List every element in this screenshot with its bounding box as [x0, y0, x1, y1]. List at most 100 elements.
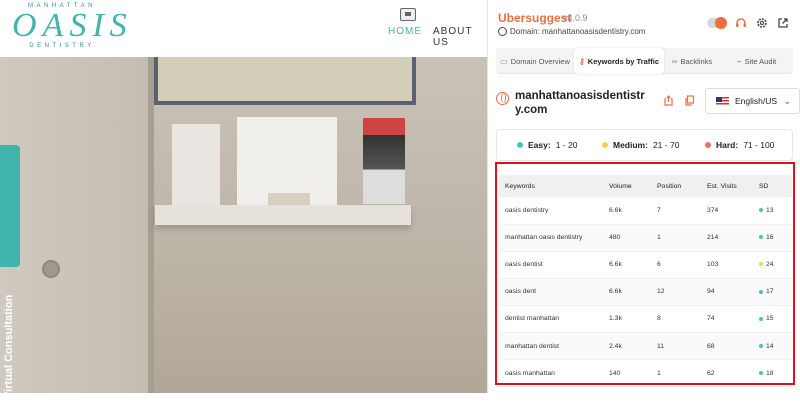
sd-cell: 13: [753, 197, 792, 225]
table-row[interactable]: manhattan oasis dentistry 480 1 214 16: [499, 224, 792, 252]
picture-frame: [154, 57, 416, 105]
volume-cell: 480: [603, 224, 651, 252]
extension-toggle[interactable]: [707, 17, 727, 29]
sd-cell: 16: [753, 224, 792, 252]
visits-cell: 68: [701, 332, 753, 361]
keyword-cell: oasis dentist: [499, 251, 603, 279]
door-panel: [0, 57, 148, 393]
sd-value: 24: [766, 261, 774, 269]
sd-value: 18: [766, 369, 774, 377]
position-cell: 1: [651, 359, 701, 388]
keyword-cell: manhattan oasis dentistry: [499, 224, 603, 252]
sd-value: 16: [766, 234, 774, 242]
table-row[interactable]: manhattan dentist 2.4k 11 68 14: [499, 332, 792, 361]
wall-shelf: [155, 205, 411, 225]
position-cell: 8: [651, 305, 701, 333]
link-icon: ∞: [671, 56, 678, 66]
sd-cell: 14: [753, 332, 792, 361]
panel-tabs: ▭ Domain Overview ⚷ Keywords by Traffic …: [496, 48, 793, 74]
position-cell: 11: [651, 332, 701, 361]
tab-backlinks[interactable]: ∞ Backlinks: [664, 48, 720, 74]
close-icon[interactable]: ×: [7, 400, 12, 410]
difficulty-dot: [759, 370, 763, 375]
site-name: manhattanoasisdentistry.com: [515, 90, 645, 116]
table-row[interactable]: oasis dent 6.6k 12 94 17: [499, 278, 792, 306]
table-row[interactable]: oasis dentistry 6.6k 7 374 13: [499, 197, 792, 225]
headset-icon[interactable]: [734, 16, 748, 30]
nav-about-link[interactable]: ABOUT US: [433, 26, 487, 48]
difficulty-dot: [759, 235, 763, 240]
legend-range: 71 - 100: [743, 140, 775, 150]
display-card: [237, 117, 337, 205]
tab-label: Backlinks: [680, 56, 713, 66]
copy-icon[interactable]: [681, 92, 697, 108]
legend-label: Medium:: [613, 140, 648, 150]
globe-icon: [496, 92, 509, 105]
difficulty-dot: [759, 316, 763, 321]
volume-cell: 6.6k: [603, 251, 651, 279]
sd-value: 17: [766, 288, 774, 296]
difficulty-legend: Easy: 1 - 20 Medium: 21 - 70 Hard: 71 - …: [496, 129, 793, 161]
table-row[interactable]: dentist manhattan 1.3k 8 74 15: [499, 305, 792, 333]
visits-cell: 374: [701, 197, 753, 225]
sd-cell: 17: [753, 278, 792, 306]
column-header-volume[interactable]: Volume: [603, 175, 651, 197]
volume-cell: 6.6k: [603, 197, 651, 225]
tab-domain-overview[interactable]: ▭ Domain Overview: [496, 48, 574, 74]
volume-cell: 140: [603, 359, 651, 388]
share-icon[interactable]: [660, 92, 676, 108]
site-logo[interactable]: MANHATTAN OASIS DENTISTRY: [12, 3, 133, 57]
domain-label: Domain: manhattanoasisdentistry.com: [510, 27, 646, 36]
keyword-cell: oasis dentistry: [499, 197, 603, 225]
position-cell: 12: [651, 278, 701, 306]
site-header: MANHATTAN OASIS DENTISTRY HOME ABOUT US: [0, 0, 487, 57]
keywords-table: Keywords Volume Position Est. Visits SD …: [499, 175, 792, 388]
column-header-sd[interactable]: SD: [753, 175, 792, 197]
legend-label: Hard:: [716, 140, 739, 150]
domain-line: Domain: manhattanoasisdentistry.com: [498, 27, 645, 36]
tab-label: Keywords by Traffic: [587, 56, 660, 66]
site-row: manhattanoasisdentistry.com English/US ⌄: [496, 88, 800, 118]
virtual-consultation-tab[interactable]: Virtual Consultation ×: [0, 145, 20, 410]
medium-dot: [602, 142, 608, 148]
extension-version: v4.0.9: [563, 13, 588, 23]
position-cell: 6: [651, 251, 701, 279]
sd-value: 13: [766, 206, 774, 214]
difficulty-dot: [759, 262, 763, 267]
sd-cell: 18: [753, 359, 792, 388]
brochure: [363, 118, 405, 204]
virtual-consultation-label: Virtual Consultation: [3, 294, 15, 399]
legend-range: 21 - 70: [652, 140, 680, 150]
doorknob: [42, 260, 60, 278]
key-icon: ⚷: [578, 56, 585, 66]
sd-cell: 15: [753, 305, 792, 333]
column-header-position[interactable]: Position: [651, 175, 701, 197]
table-row[interactable]: oasis manhattan 140 1 62 18: [499, 359, 792, 388]
column-header-keywords[interactable]: Keywords: [499, 175, 603, 197]
table-row[interactable]: oasis dentist 6.6k 6 103 24: [499, 251, 792, 279]
visits-cell: 62: [701, 359, 753, 388]
column-header-est-visits[interactable]: Est. Visits: [701, 175, 753, 197]
position-cell: 7: [651, 197, 701, 225]
hard-dot: [705, 142, 711, 148]
nav-home-link[interactable]: HOME: [388, 26, 422, 37]
tab-label: Domain Overview: [510, 56, 570, 66]
tab-site-audit[interactable]: ⌁ Site Audit: [720, 48, 793, 74]
external-link-icon[interactable]: [776, 16, 790, 30]
keyword-cell: manhattan dentist: [499, 332, 603, 361]
logo-main-text: OASIS: [12, 7, 133, 44]
keyword-cell: dentist manhattan: [499, 305, 603, 333]
language-select[interactable]: English/US ⌄: [705, 88, 800, 114]
legend-medium: Medium: 21 - 70: [602, 140, 679, 150]
visits-cell: 74: [701, 305, 753, 333]
tab-keywords-by-traffic[interactable]: ⚷ Keywords by Traffic: [574, 48, 664, 74]
sd-cell: 24: [753, 251, 792, 279]
gear-icon[interactable]: [755, 16, 769, 30]
difficulty-dot: [759, 208, 763, 212]
globe-icon: [498, 27, 507, 36]
volume-cell: 1.3k: [603, 305, 651, 333]
gallery-icon[interactable]: [400, 8, 416, 21]
chart-icon: ⌁: [736, 56, 742, 66]
extension-title: Ubersuggest: [498, 11, 572, 25]
visits-cell: 214: [701, 224, 753, 252]
